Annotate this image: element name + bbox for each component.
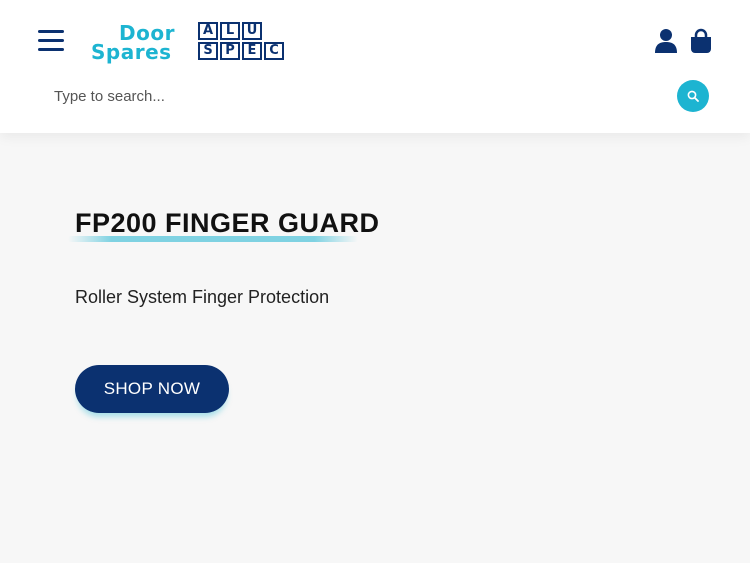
- logo-letter: S: [198, 42, 218, 60]
- logo-letter: E: [242, 42, 262, 60]
- hamburger-menu-icon[interactable]: [38, 30, 64, 54]
- hero-title: FP200 FINGER GUARD: [75, 208, 380, 238]
- logo-letter: U: [242, 22, 262, 40]
- logo-letter: P: [220, 42, 240, 60]
- user-account-icon[interactable]: [654, 28, 678, 54]
- site-logo[interactable]: Door Spares A L U S P E C: [91, 22, 284, 64]
- logo-letter: A: [198, 22, 218, 40]
- shopping-bag-icon[interactable]: [690, 28, 712, 54]
- logo-letter-blank: [264, 22, 284, 40]
- search-button[interactable]: [677, 80, 709, 112]
- search-icon: [687, 90, 699, 102]
- shop-now-button[interactable]: SHOP NOW: [75, 365, 229, 413]
- site-header: Door Spares A L U S P E C: [0, 0, 750, 133]
- logo-word-spares: Spares: [91, 40, 172, 64]
- search-bar: [40, 78, 712, 114]
- search-input[interactable]: [40, 78, 712, 114]
- logo-letter: C: [264, 42, 284, 60]
- logo-alu-spec-grid: A L U S P E C: [198, 22, 284, 60]
- hero-subtitle: Roller System Finger Protection: [75, 287, 330, 307]
- logo-letter: L: [220, 22, 240, 40]
- title-underline-highlight: [68, 236, 358, 242]
